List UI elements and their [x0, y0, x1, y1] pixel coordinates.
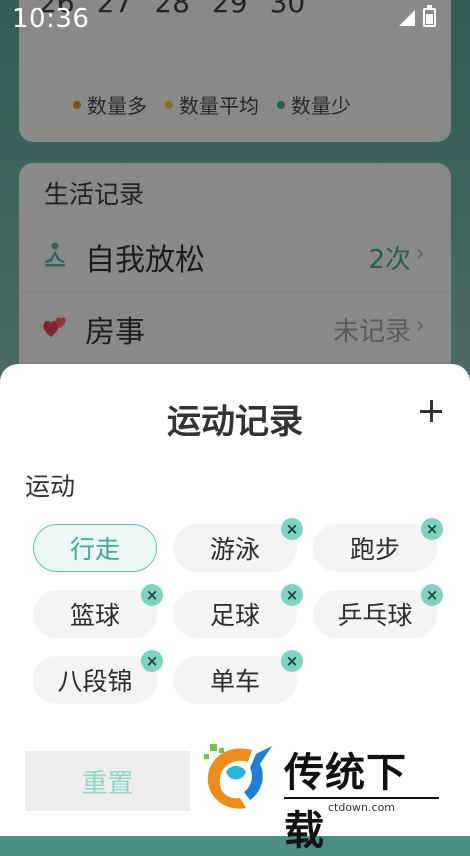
- battery-icon: [423, 5, 436, 27]
- chip-label: 足球: [209, 601, 260, 630]
- section-label: 运动: [25, 472, 76, 501]
- chip-label: 篮球: [69, 601, 120, 630]
- remove-chip-icon[interactable]: ×: [421, 518, 443, 540]
- chip-label: 八段锦: [57, 667, 133, 696]
- status-icons: [399, 5, 436, 27]
- exercise-chip-cycling[interactable]: 单车 ×: [173, 650, 303, 704]
- status-time: 10:36: [12, 4, 90, 34]
- exercise-chip-swim[interactable]: 游泳 ×: [173, 518, 303, 572]
- exercise-chip-pingpong[interactable]: 乒乓球 ×: [313, 584, 443, 638]
- remove-chip-icon[interactable]: ×: [141, 650, 163, 672]
- reset-button[interactable]: 重置: [25, 751, 190, 811]
- watermark-logo: 传统下载 ctdown.com: [200, 742, 445, 854]
- status-bar: 10:36: [0, 0, 470, 40]
- chip-label: 游泳: [209, 535, 260, 564]
- exercise-chip-walk[interactable]: 行走: [33, 524, 157, 572]
- remove-chip-icon[interactable]: ×: [141, 584, 163, 606]
- sheet-title: 运动记录: [167, 402, 303, 442]
- exercise-chip-baduanjin[interactable]: 八段锦 ×: [33, 650, 163, 704]
- plus-icon[interactable]: [420, 400, 442, 422]
- chip-label: 单车: [209, 667, 260, 696]
- chip-label: 乒乓球: [337, 601, 413, 630]
- remove-chip-icon[interactable]: ×: [281, 518, 303, 540]
- remove-chip-icon[interactable]: ×: [281, 650, 303, 672]
- watermark-logo-icon: [204, 744, 272, 809]
- exercise-chip-run[interactable]: 跑步 ×: [313, 518, 443, 572]
- remove-chip-icon[interactable]: ×: [281, 584, 303, 606]
- chip-label: 跑步: [349, 535, 400, 564]
- signal-icon: [399, 9, 415, 26]
- watermark-url: ctdown.com: [284, 797, 439, 814]
- exercise-chip-basketball[interactable]: 篮球 ×: [33, 584, 163, 638]
- chip-label: 行走: [69, 535, 120, 564]
- exercise-chip-football[interactable]: 足球 ×: [173, 584, 303, 638]
- remove-chip-icon[interactable]: ×: [421, 584, 443, 606]
